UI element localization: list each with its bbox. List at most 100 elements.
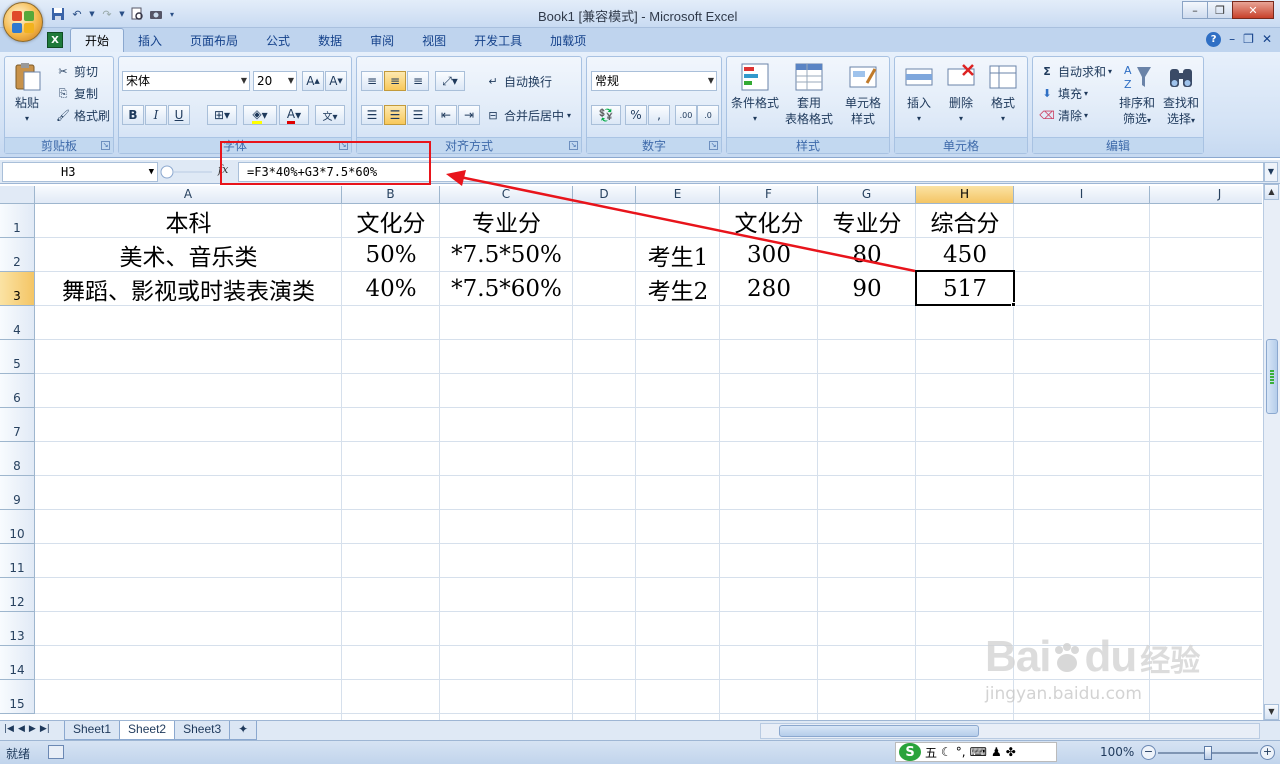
column-header-D[interactable]: D [573, 186, 636, 204]
column-header-C[interactable]: C [440, 186, 573, 204]
row-header-14[interactable]: 14 [0, 646, 35, 680]
currency-button[interactable]: 💱 [591, 105, 621, 125]
shrink-font-button[interactable]: A ▼ [325, 71, 347, 91]
orientation-button[interactable]: ⤢▾ [435, 71, 465, 91]
insert-cells-button[interactable]: 插入 ▾ [903, 61, 935, 127]
cell-H2[interactable]: 450 [916, 238, 1014, 272]
camera-icon[interactable] [148, 6, 164, 22]
column-header-H[interactable]: H [916, 186, 1014, 204]
cell-F2[interactable]: 300 [720, 238, 818, 272]
ime-mode[interactable]: 五 [925, 744, 937, 761]
cell-A3[interactable]: 舞蹈、影视或时装表演类 [35, 272, 342, 306]
column-header-I[interactable]: I [1014, 186, 1150, 204]
help-icon[interactable]: ? [1206, 32, 1222, 47]
italic-button[interactable]: I [145, 105, 167, 125]
prev-sheet-icon[interactable]: ◀ [18, 724, 25, 734]
tab-developer[interactable]: 开发工具 [460, 28, 536, 52]
chevron-down-icon[interactable]: ▼ [118, 6, 126, 22]
tab-formulas[interactable]: 公式 [252, 28, 304, 52]
restore-button[interactable]: ❐ [1207, 1, 1233, 19]
row-header-1[interactable]: 1 [0, 204, 35, 238]
borders-button[interactable]: ⊞▾ [207, 105, 237, 125]
skin-icon[interactable]: ✤ [1006, 745, 1016, 759]
undo-icon[interactable]: ↶ [69, 6, 85, 22]
cell-E2[interactable]: 考生1 [636, 238, 720, 272]
alignment-launcher-icon[interactable]: ↘ [569, 141, 578, 150]
first-sheet-icon[interactable]: |◀ [4, 724, 14, 734]
column-header-E[interactable]: E [636, 186, 720, 204]
font-color-button[interactable]: A ▾ [279, 105, 309, 125]
scroll-down-icon[interactable]: ▼ [1264, 704, 1279, 720]
tab-view[interactable]: 视图 [408, 28, 460, 52]
underline-button[interactable]: U [168, 105, 190, 125]
tab-data[interactable]: 数据 [304, 28, 356, 52]
paste-button[interactable]: 粘贴 ▾ [11, 61, 43, 127]
cell-B1[interactable]: 文化分 [342, 204, 440, 238]
cell-E3[interactable]: 考生2 [636, 272, 720, 306]
zoom-slider-knob[interactable] [1204, 746, 1212, 760]
macro-record-icon[interactable] [48, 745, 64, 759]
find-select-button[interactable]: 查找和 选择▾ [1163, 61, 1199, 129]
bold-button[interactable]: B [122, 105, 144, 125]
sheet-tab-sheet1[interactable]: Sheet1 [64, 721, 121, 740]
horizontal-scrollbar[interactable] [760, 723, 1260, 739]
vertical-scroll-thumb[interactable] [1266, 339, 1278, 414]
align-middle-button[interactable]: ≡ [384, 71, 406, 91]
close-button[interactable]: ✕ [1232, 1, 1274, 19]
minimize-button[interactable]: – [1182, 1, 1208, 19]
cell-C1[interactable]: 专业分 [440, 204, 573, 238]
column-header-A[interactable]: A [35, 186, 342, 204]
row-header-10[interactable]: 10 [0, 510, 35, 544]
grow-font-button[interactable]: A ▲ [302, 71, 324, 91]
font-size-select[interactable]: 20 ▼ [253, 71, 297, 91]
fill-button[interactable]: ⬇ 填充 ▾ [1039, 85, 1088, 102]
redo-icon[interactable]: ↷ [99, 6, 115, 22]
row-header-15[interactable]: 15 [0, 680, 35, 714]
column-header-F[interactable]: F [720, 186, 818, 204]
align-right-button[interactable]: ☰ [407, 105, 429, 125]
last-sheet-icon[interactable]: ▶| [40, 724, 50, 734]
minimize-workbook-icon[interactable]: – [1229, 32, 1235, 47]
fill-handle[interactable] [1011, 302, 1016, 307]
next-sheet-icon[interactable]: ▶ [29, 724, 36, 734]
format-as-table-button[interactable]: 套用 表格格式 [785, 61, 833, 127]
name-box[interactable]: H3 ▼ [2, 162, 158, 182]
column-header-B[interactable]: B [342, 186, 440, 204]
clear-button[interactable]: ⌫ 清除 ▾ [1039, 107, 1088, 124]
customize-qat-icon[interactable]: ▾ [167, 6, 177, 22]
sort-filter-button[interactable]: AZ 排序和 筛选▾ [1119, 61, 1155, 129]
row-header-13[interactable]: 13 [0, 612, 35, 646]
decrease-indent-button[interactable]: ⇤ [435, 105, 457, 125]
decrease-decimal-button[interactable]: .0 [697, 105, 719, 125]
cell-A2[interactable]: 美术、音乐类 [35, 238, 342, 272]
cell-G2[interactable]: 80 [818, 238, 916, 272]
punctuation-icon[interactable]: °, [956, 745, 966, 759]
cell-H1[interactable]: 综合分 [916, 204, 1014, 238]
close-workbook-icon[interactable]: ✕ [1262, 32, 1272, 47]
moon-icon[interactable]: ☾ [941, 745, 952, 759]
row-header-5[interactable]: 5 [0, 340, 35, 374]
row-header-11[interactable]: 11 [0, 544, 35, 578]
insert-sheet-icon[interactable]: ✦ [229, 721, 258, 740]
increase-decimal-button[interactable]: .00 [675, 105, 697, 125]
column-header-J[interactable]: J [1150, 186, 1262, 204]
cell-F3[interactable]: 280 [720, 272, 818, 306]
tab-page-layout[interactable]: 页面布局 [176, 28, 252, 52]
row-header-3[interactable]: 3 [0, 272, 35, 306]
print-preview-icon[interactable] [129, 6, 145, 22]
formula-bar-splitter[interactable] [160, 165, 212, 179]
chevron-down-icon[interactable]: ▼ [88, 6, 96, 22]
row-header-2[interactable]: 2 [0, 238, 35, 272]
row-header-12[interactable]: 12 [0, 578, 35, 612]
clipboard-launcher-icon[interactable]: ↘ [101, 141, 110, 150]
wrap-text-button[interactable]: ↵ 自动换行 [485, 73, 552, 90]
cut-button[interactable]: ✂ 剪切 [55, 63, 98, 80]
sheet-tab-sheet3[interactable]: Sheet3 [174, 721, 231, 740]
delete-cells-button[interactable]: 删除 ▾ [945, 61, 977, 127]
row-header-9[interactable]: 9 [0, 476, 35, 510]
restore-workbook-icon[interactable]: ❐ [1243, 32, 1254, 47]
cell-B2[interactable]: 50% [342, 238, 440, 272]
percent-button[interactable]: % [625, 105, 647, 125]
format-cells-button[interactable]: 格式 ▾ [987, 61, 1019, 127]
phonetic-button[interactable]: 文▾ [315, 105, 345, 125]
